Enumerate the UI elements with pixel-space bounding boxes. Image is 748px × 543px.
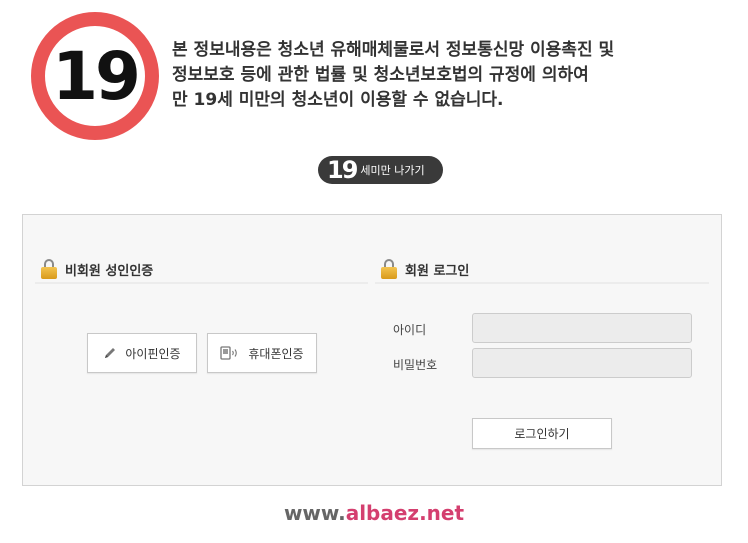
pencil-icon xyxy=(103,346,117,360)
notice-line-2: 정보보호 등에 관한 법률 및 청소년보호법의 규정에 의하여 xyxy=(172,65,589,85)
site-domain-name: albaez.net xyxy=(345,501,465,525)
age-19-badge: 19 xyxy=(31,12,159,140)
ipin-auth-button[interactable]: 아이핀인증 xyxy=(87,333,197,373)
phone-auth-label: 휴대폰인증 xyxy=(248,346,304,361)
phone-auth-button[interactable]: 휴대폰인증 xyxy=(207,333,317,373)
ipin-auth-label: 아이핀인증 xyxy=(125,346,181,361)
age-badge-number: 19 xyxy=(52,38,141,115)
notice-line-3: 만 19세 미만의 청소년이 이용할 수 없습니다. xyxy=(172,90,504,110)
notice-line-1: 본 정보내용은 청소년 유해매체물로서 정보통신망 이용촉진 및 xyxy=(172,40,615,60)
adult-auth-title: 비회원 성인인증 xyxy=(65,263,154,279)
exit-button-number: 19 xyxy=(327,156,358,184)
auth-panel: 비회원 성인인증 회원 로그인 아이핀인증 휴대폰인증 아이디 비밀번호 로그인… xyxy=(22,214,722,486)
password-input[interactable] xyxy=(472,348,692,378)
member-login-header: 회원 로그인 xyxy=(375,256,709,284)
password-label: 비밀번호 xyxy=(393,358,438,372)
id-label: 아이디 xyxy=(393,323,427,337)
mobile-phone-icon xyxy=(220,346,240,360)
login-button[interactable]: 로그인하기 xyxy=(472,418,612,449)
member-login-title: 회원 로그인 xyxy=(405,263,470,279)
lock-icon xyxy=(41,259,57,279)
adult-auth-header: 비회원 성인인증 xyxy=(35,256,368,284)
site-domain-prefix: www. xyxy=(283,501,346,525)
id-input[interactable] xyxy=(472,313,692,343)
lock-icon xyxy=(381,259,397,279)
login-button-label: 로그인하기 xyxy=(514,427,570,441)
under-19-exit-button[interactable]: 19 세미만 나가기 xyxy=(318,156,443,184)
site-domain: www.albaez.net xyxy=(0,501,748,525)
age-restriction-notice: 본 정보내용은 청소년 유해매체물로서 정보통신망 이용촉진 및 정보보호 등에… xyxy=(172,38,732,113)
exit-button-label: 세미만 나가기 xyxy=(360,164,425,177)
